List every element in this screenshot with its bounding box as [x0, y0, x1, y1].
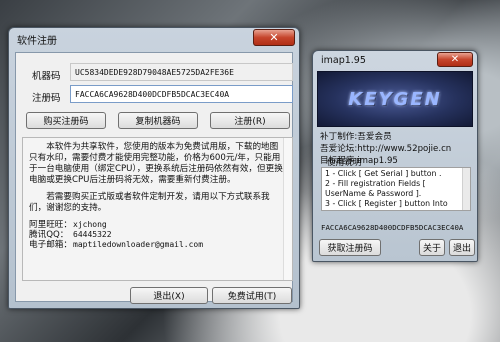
email-label: 电子邮箱： [29, 240, 72, 250]
close-icon: ✕ [269, 31, 279, 44]
keygen-window-title: imap1.95 [321, 55, 366, 66]
serial-output[interactable]: FACCA6CA9628D400DCDFB5DCAC3EC40A [321, 223, 473, 232]
usage-line: 1 - Click [ Get Serial ] button . [325, 169, 442, 178]
qq-label: 腾讯QQ： [29, 230, 69, 240]
forum-value: http://www.52pojie.cn [357, 144, 452, 154]
notice-paragraph-2: 若需要购买正式版或者软件定制开发，请用以下方式联系我们，谢谢您的支持。 [29, 192, 270, 213]
register-window-close-button[interactable]: ✕ [253, 29, 295, 46]
patch-author-value: 吾爱会员 [357, 132, 392, 142]
patch-author-row: 补丁制作:吾爱会员 [320, 130, 392, 142]
usage-line: 3 - Click [ Register ] button Into [325, 199, 448, 208]
usage-scrollbar[interactable] [462, 168, 470, 210]
contact-info: 阿里旺旺： xjchong 腾讯QQ： 64445322 电子邮箱： maptiled… [29, 220, 286, 250]
forum-row: 吾爱论坛:http://www.52pojie.cn [320, 142, 451, 154]
keygen-banner: KEYGEN [317, 71, 473, 127]
notice-paragraph-1: 本软件为共享软件，您使用的版本为免费试用版，下载的地图只有水印，需要付费才能使用… [29, 142, 283, 185]
get-code-button[interactable]: 获取注册码 [319, 239, 381, 256]
email-value: maptiledownloader@gmail.com [73, 240, 204, 249]
patch-author-label: 补丁制作: [320, 132, 358, 142]
target-value: imap1.95 [357, 156, 398, 166]
register-window-client: 机器码 UC5834DEDE928D79048AE5725DA2FE36E 注册… [15, 52, 293, 304]
forum-label: 吾爱论坛: [320, 144, 358, 154]
buy-code-button[interactable]: 购买注册码 [26, 112, 106, 129]
free-trial-button[interactable]: 免费试用(T) [212, 287, 292, 304]
copy-machine-code-button[interactable]: 复制机器码 [118, 112, 198, 129]
keygen-window: imap1.95 ✕ KEYGEN 补丁制作:吾爱会员 吾爱论坛:http://… [312, 50, 478, 262]
reg-code-input[interactable]: FACCA6CA9628D400DCDFB5DCAC3EC40A [70, 85, 293, 103]
register-window: 软件注册 ✕ 机器码 UC5834DEDE928D79048AE5725DA2F… [8, 27, 300, 309]
reg-code-label: 注册码 [32, 93, 61, 104]
keygen-logo: KEYGEN [348, 88, 442, 110]
machine-code-label: 机器码 [32, 71, 61, 82]
exit-button[interactable]: 退出(X) [130, 287, 208, 304]
wangwang-label: 阿里旺旺： [29, 220, 72, 230]
notice-panel: 本软件为共享软件，您使用的版本为免费试用版，下载的地图只有水印，需要付费才能使用… [22, 137, 293, 281]
register-button[interactable]: 注册(R) [210, 112, 290, 129]
register-window-title: 软件注册 [17, 36, 57, 47]
close-icon: ✕ [450, 54, 460, 65]
notice-scrollbar[interactable] [283, 138, 292, 280]
usage-line: 2 - Fill registration Fields [ UserName … [325, 179, 426, 198]
wangwang-value: xjchong [73, 220, 107, 229]
machine-code-field[interactable]: UC5834DEDE928D79048AE5725DA2FE36E [70, 63, 293, 81]
qq-value: 64445322 [73, 230, 112, 239]
keygen-close-button[interactable]: ✕ [437, 52, 473, 67]
keygen-exit-button[interactable]: 退出 [449, 239, 475, 256]
register-window-titlebar[interactable]: 软件注册 ✕ [9, 28, 299, 50]
about-button[interactable]: 关于 [419, 239, 445, 256]
usage-instructions: 1 - Click [ Get Serial ] button . 2 - Fi… [321, 167, 471, 211]
